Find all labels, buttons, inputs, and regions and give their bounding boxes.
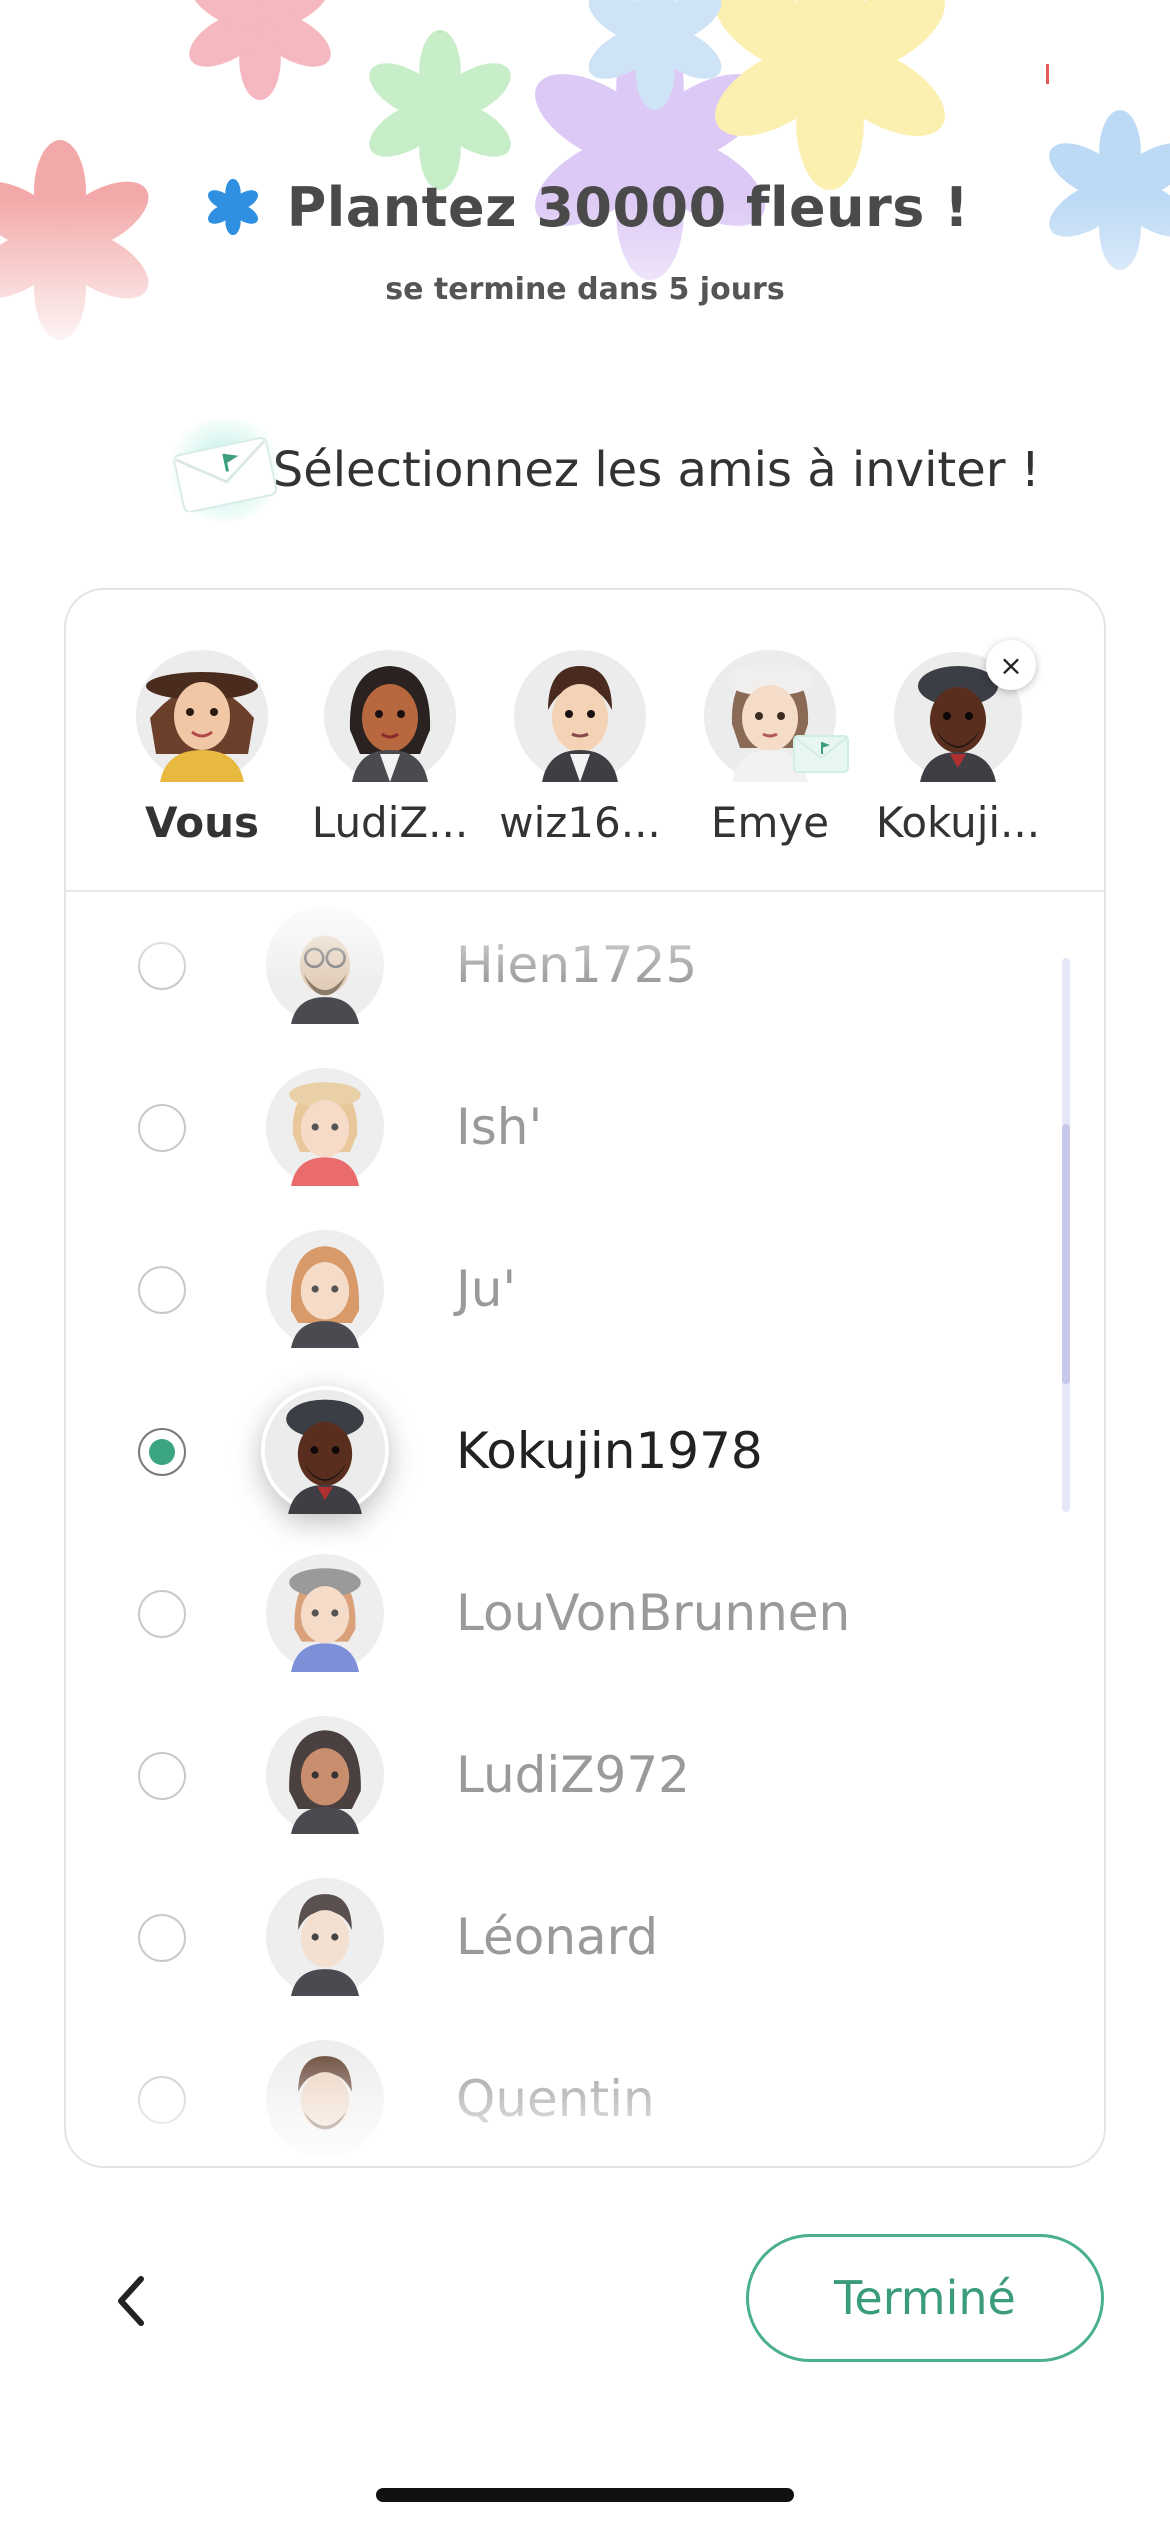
chevron-left-icon bbox=[118, 2276, 144, 2326]
selected-friend-emye[interactable]: Emye bbox=[680, 650, 860, 847]
friend-radio[interactable] bbox=[138, 1266, 186, 1314]
avatar bbox=[136, 650, 268, 782]
scrollbar-thumb[interactable] bbox=[1062, 1124, 1070, 1384]
avatar bbox=[514, 650, 646, 782]
list-item[interactable]: Léonard bbox=[66, 1856, 1066, 2018]
avatar bbox=[266, 1554, 384, 1672]
list-item[interactable]: Kokujin1978 bbox=[66, 1370, 1066, 1532]
avatar bbox=[266, 1878, 384, 1996]
selected-friends-strip: Vous LudiZ... wiz16... Emye × Kokuji... bbox=[66, 590, 1104, 892]
avatar bbox=[261, 1386, 389, 1514]
avatar: × bbox=[890, 640, 1036, 784]
friend-name: Ish' bbox=[456, 1098, 543, 1156]
list-item[interactable]: LudiZ972 bbox=[66, 1694, 1066, 1856]
back-button[interactable] bbox=[96, 2266, 166, 2336]
list-item[interactable]: Ish' bbox=[66, 1046, 1066, 1208]
list-item[interactable]: Quentin bbox=[66, 2018, 1066, 2166]
status-mark bbox=[1046, 64, 1049, 84]
mail-icon bbox=[793, 735, 849, 773]
envelope-icon bbox=[160, 410, 285, 530]
avatar bbox=[266, 1716, 384, 1834]
friend-radio[interactable] bbox=[138, 1914, 186, 1962]
invite-instruction-text: Sélectionnez les amis à inviter ! bbox=[272, 442, 1040, 498]
remove-friend-button[interactable]: × bbox=[986, 640, 1036, 690]
list-item[interactable]: LouVonBrunnen bbox=[66, 1532, 1066, 1694]
event-title-row: Plantez 30000 fleurs ! bbox=[0, 172, 1170, 242]
selected-friend-ludiz[interactable]: LudiZ... bbox=[300, 650, 480, 847]
selected-friend-vous[interactable]: Vous bbox=[112, 650, 292, 847]
friend-radio[interactable] bbox=[138, 1104, 186, 1152]
friend-radio[interactable] bbox=[138, 2076, 186, 2124]
friend-name: LudiZ972 bbox=[456, 1746, 690, 1804]
done-button[interactable]: Terminé bbox=[746, 2234, 1104, 2362]
friend-radio[interactable] bbox=[138, 1590, 186, 1638]
selected-friend-wiz[interactable]: wiz16... bbox=[490, 650, 670, 847]
selected-friend-kokujin[interactable]: × Kokuji... bbox=[868, 640, 1048, 847]
selected-friend-name: Vous bbox=[145, 798, 259, 847]
selected-friend-name: LudiZ... bbox=[311, 798, 469, 847]
friend-radio[interactable] bbox=[138, 1752, 186, 1800]
avatar bbox=[266, 2040, 384, 2158]
list-item[interactable]: Ju' bbox=[66, 1208, 1066, 1370]
invite-instruction: Sélectionnez les amis à inviter ! bbox=[160, 410, 1040, 530]
friend-name: Quentin bbox=[456, 2070, 655, 2128]
friend-selection-card: Vous LudiZ... wiz16... Emye × Kokuji... … bbox=[64, 588, 1106, 2168]
selected-friend-name: Emye bbox=[710, 798, 830, 847]
event-deadline: se termine dans 5 jours bbox=[385, 272, 785, 307]
friend-name: Ju' bbox=[456, 1260, 517, 1318]
selected-friend-name: wiz16... bbox=[499, 798, 661, 847]
friend-name: Kokujin1978 bbox=[456, 1422, 763, 1480]
selected-friend-name: Kokuji... bbox=[875, 798, 1041, 847]
avatar bbox=[266, 1068, 384, 1186]
list-item[interactable]: Hien1725 bbox=[66, 894, 1066, 1046]
friend-list[interactable]: Hien1725 Ish' Ju' Kokujin1978 LouVonBrun… bbox=[66, 894, 1104, 2166]
friend-radio[interactable] bbox=[138, 942, 186, 990]
friend-name: Léonard bbox=[456, 1908, 659, 1966]
avatar bbox=[266, 906, 384, 1024]
friend-name: LouVonBrunnen bbox=[456, 1584, 851, 1642]
friend-radio-selected[interactable] bbox=[138, 1428, 186, 1476]
event-title: Plantez 30000 fleurs ! bbox=[286, 175, 970, 239]
avatar bbox=[704, 650, 849, 782]
avatar bbox=[324, 650, 456, 782]
home-indicator[interactable] bbox=[376, 2488, 794, 2502]
friend-name: Hien1725 bbox=[456, 936, 698, 994]
blue-flower-icon bbox=[207, 178, 258, 236]
avatar bbox=[266, 1230, 384, 1348]
